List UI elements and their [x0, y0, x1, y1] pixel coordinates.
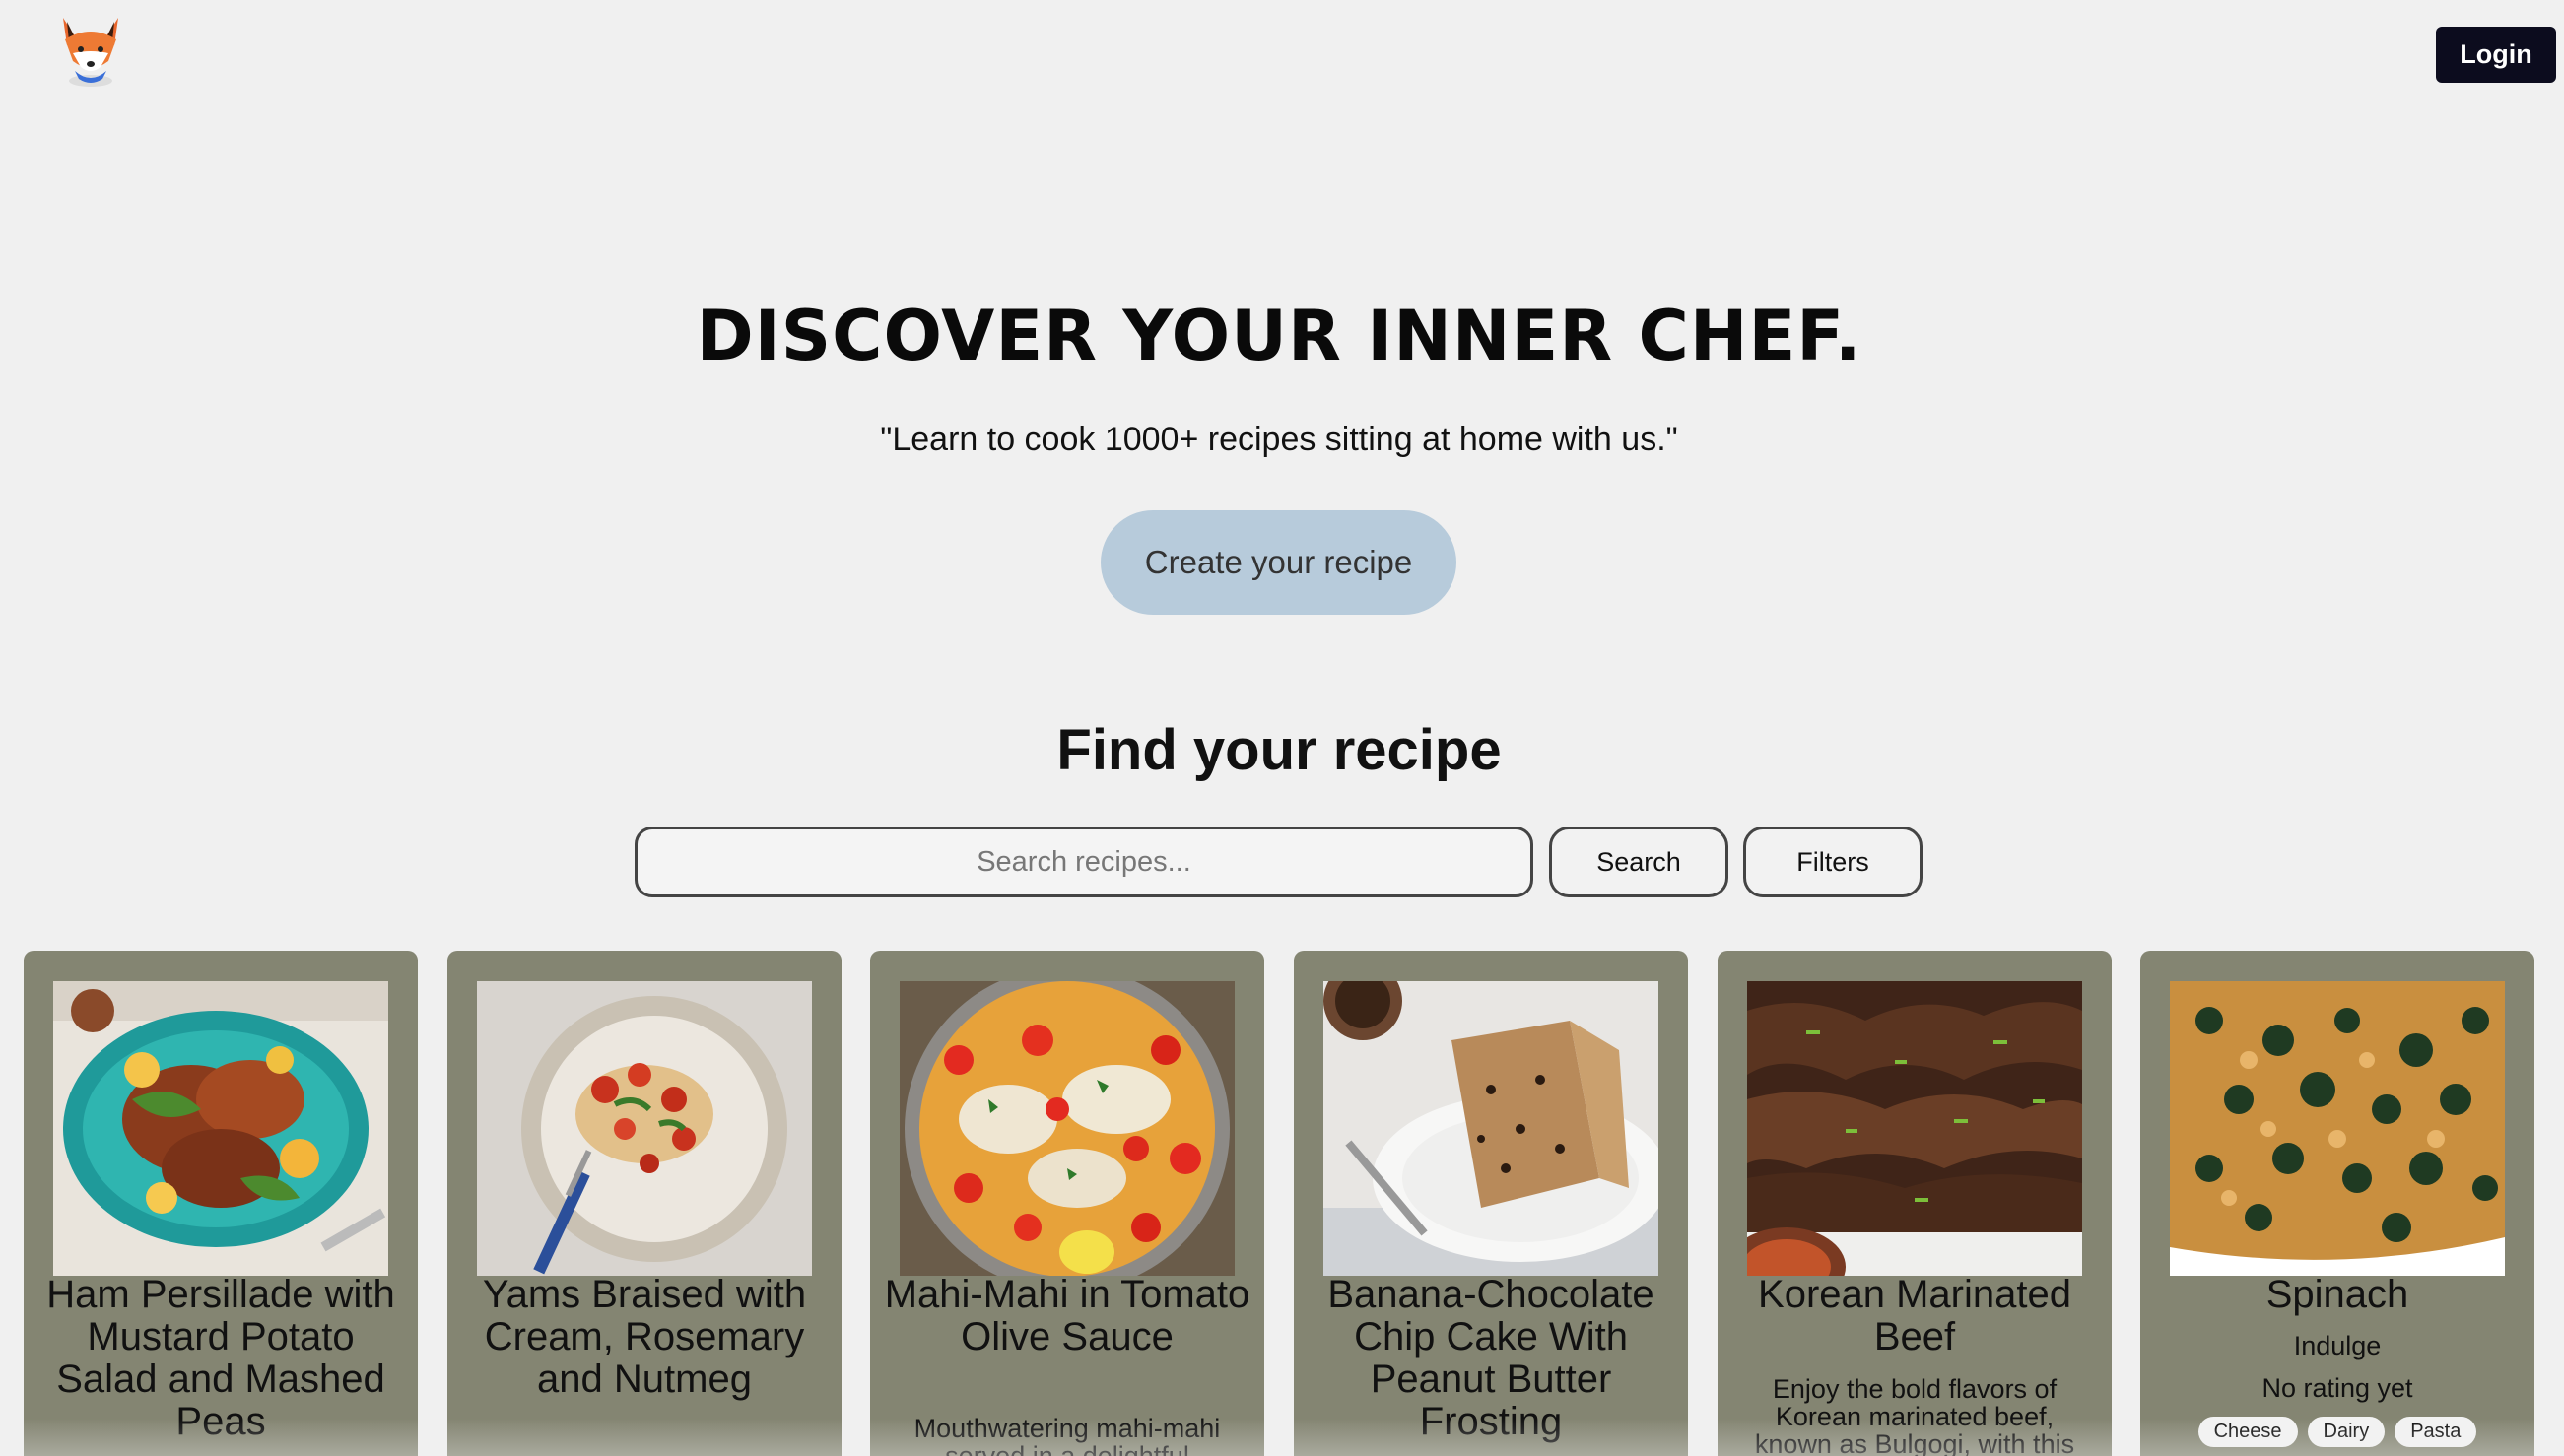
search-input[interactable]	[635, 827, 1533, 897]
recipe-description: Enjoy the bold flavors of Korean marinat…	[1754, 1374, 2075, 1456]
recipe-title[interactable]: Banana-Chocolate Chip Cake With Peanut B…	[1304, 1274, 1678, 1443]
tag-pasta[interactable]: Pasta	[2395, 1417, 2477, 1447]
recipe-card[interactable]: Banana-Chocolate Chip Cake With Peanut B…	[1294, 951, 1688, 1456]
search-button[interactable]: Search	[1549, 827, 1728, 897]
spinach-pasta-image[interactable]	[2170, 981, 2505, 1276]
login-button[interactable]: Login	[2436, 27, 2556, 83]
tag-dairy[interactable]: Dairy	[2307, 1417, 2386, 1447]
recipe-title[interactable]: Yams Braised with Cream, Rosemary and Nu…	[457, 1274, 832, 1401]
recipe-title[interactable]: Mahi-Mahi in Tomato Olive Sauce	[880, 1274, 1254, 1358]
recipe-category: Indulge	[2293, 1331, 2382, 1360]
beef-dish-image[interactable]	[1747, 981, 2082, 1276]
mahi-mahi-dish-image[interactable]	[900, 981, 1235, 1276]
recipe-card[interactable]: Spinach Indulge No rating yet Cheese Dai…	[2140, 951, 2534, 1456]
recipe-tags: Cheese Dairy Pasta	[2140, 1417, 2534, 1447]
create-recipe-button[interactable]: Create your recipe	[1101, 510, 1456, 615]
top-bar: Login	[0, 0, 2564, 118]
tag-cheese[interactable]: Cheese	[2197, 1417, 2298, 1447]
recipe-title[interactable]: Ham Persillade with Mustard Potato Salad…	[34, 1274, 408, 1443]
recipe-card[interactable]: Yams Braised with Cream, Rosemary and Nu…	[447, 951, 842, 1456]
recipe-title[interactable]: Spinach	[2150, 1274, 2525, 1316]
recipe-card[interactable]: Mahi-Mahi in Tomato Olive Sauce Mouthwat…	[870, 951, 1264, 1456]
recipe-rating: No rating yet	[2261, 1373, 2413, 1403]
recipe-card[interactable]: Korean Marinated Beef Enjoy the bold fla…	[1718, 951, 2112, 1456]
hero-subtitle: "Learn to cook 1000+ recipes sitting at …	[880, 421, 1678, 458]
recipe-card-list: Ham Persillade with Mustard Potato Salad…	[0, 951, 2564, 1456]
recipe-card[interactable]: Ham Persillade with Mustard Potato Salad…	[24, 951, 418, 1456]
cake-image[interactable]	[1323, 981, 1658, 1276]
yams-dish-image[interactable]	[477, 981, 812, 1276]
hero-title: DISCOVER YOUR INNER CHEF.	[696, 296, 1862, 376]
ham-dish-image[interactable]	[53, 981, 388, 1276]
filters-button[interactable]: Filters	[1743, 827, 1923, 897]
find-recipe-title: Find your recipe	[1056, 718, 1502, 782]
fox-logo-icon[interactable]	[53, 10, 128, 89]
recipe-title[interactable]: Korean Marinated Beef	[1727, 1274, 2102, 1358]
recipe-description: Mouthwatering mahi-mahi served in a deli…	[913, 1414, 1221, 1456]
